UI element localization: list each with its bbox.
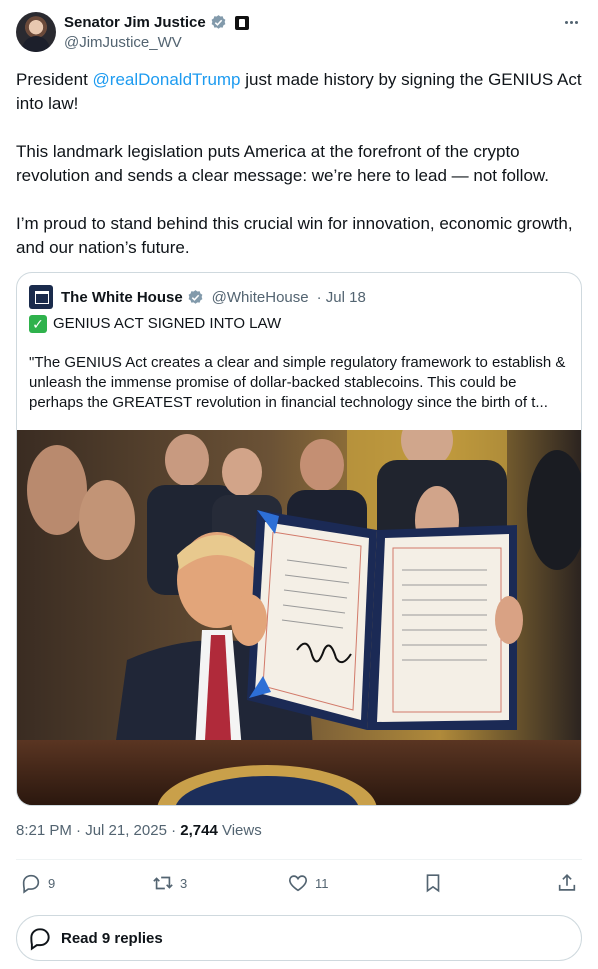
read-replies-button[interactable]: Read 9 replies [16,915,582,961]
post-paragraph-2: This landmark legislation puts America a… [16,142,549,185]
author-name[interactable]: Senator Jim Justice [64,14,206,31]
quoted-post[interactable]: The White House @WhiteHouse · Jul 18 ✓ G… [16,272,582,806]
verified-badge-icon [188,289,203,304]
quoted-author-avatar [29,285,53,309]
quoted-author-handle: @WhiteHouse [211,288,309,306]
quoted-title-text: GENIUS ACT SIGNED INTO LAW [53,315,282,332]
bookmark-icon [426,874,440,893]
share-button[interactable] [556,872,578,894]
bookmark-button[interactable] [422,872,444,894]
views-label: Views [217,822,262,839]
reply-count: 9 [48,875,56,891]
chat-bubble-icon [30,928,50,951]
reply-icon [22,874,40,894]
post-paragraph-1: President @realDonaldTrump just made his… [16,68,582,116]
more-options-icon[interactable] [560,12,582,32]
like-count: 11 [315,875,329,891]
post-timestamp: 8:21 PM · Jul 21, 2025 · 2,744 Views [16,822,262,839]
repost-count: 3 [180,875,188,891]
post-time[interactable]: 8:21 PM · Jul 21, 2025 · [16,822,180,839]
mention-link[interactable]: @realDonaldTrump [93,70,241,89]
read-replies-label: Read 9 replies [61,929,163,947]
author-handle[interactable]: @JimJustice_WV [64,34,182,51]
government-affiliation-icon [234,15,249,30]
action-bar: 9 3 11 [16,862,582,906]
reply-button[interactable]: 9 [20,872,55,894]
bill-signing-photo[interactable] [17,430,581,806]
heart-icon [289,875,307,892]
post-text-segment: President [16,70,93,89]
author-name-row: Senator Jim Justice [64,14,249,31]
quoted-post-date: · Jul 18 [316,288,366,306]
repost-button[interactable]: 3 [152,872,187,894]
repost-icon [153,876,173,890]
verified-badge-icon [211,15,226,29]
quoted-post-header: The White House @WhiteHouse · Jul 18 [29,285,366,309]
post-header: Senator Jim Justice @JimJustice_WV [16,12,582,54]
post-paragraph-3: I’m proud to stand behind this crucial w… [16,214,573,257]
author-avatar[interactable] [16,12,56,52]
share-icon [558,874,576,891]
quoted-post-title: ✓ GENIUS ACT SIGNED INTO LAW [29,313,281,335]
quoted-post-text: "The GENIUS Act creates a clear and simp… [29,354,566,411]
like-button[interactable]: 11 [287,872,329,894]
views-count: 2,744 [180,822,218,839]
divider [16,859,582,860]
quoted-author-name: The White House [61,288,183,306]
check-mark-icon: ✓ [29,315,47,333]
post-text: President @realDonaldTrump just made his… [16,68,582,284]
